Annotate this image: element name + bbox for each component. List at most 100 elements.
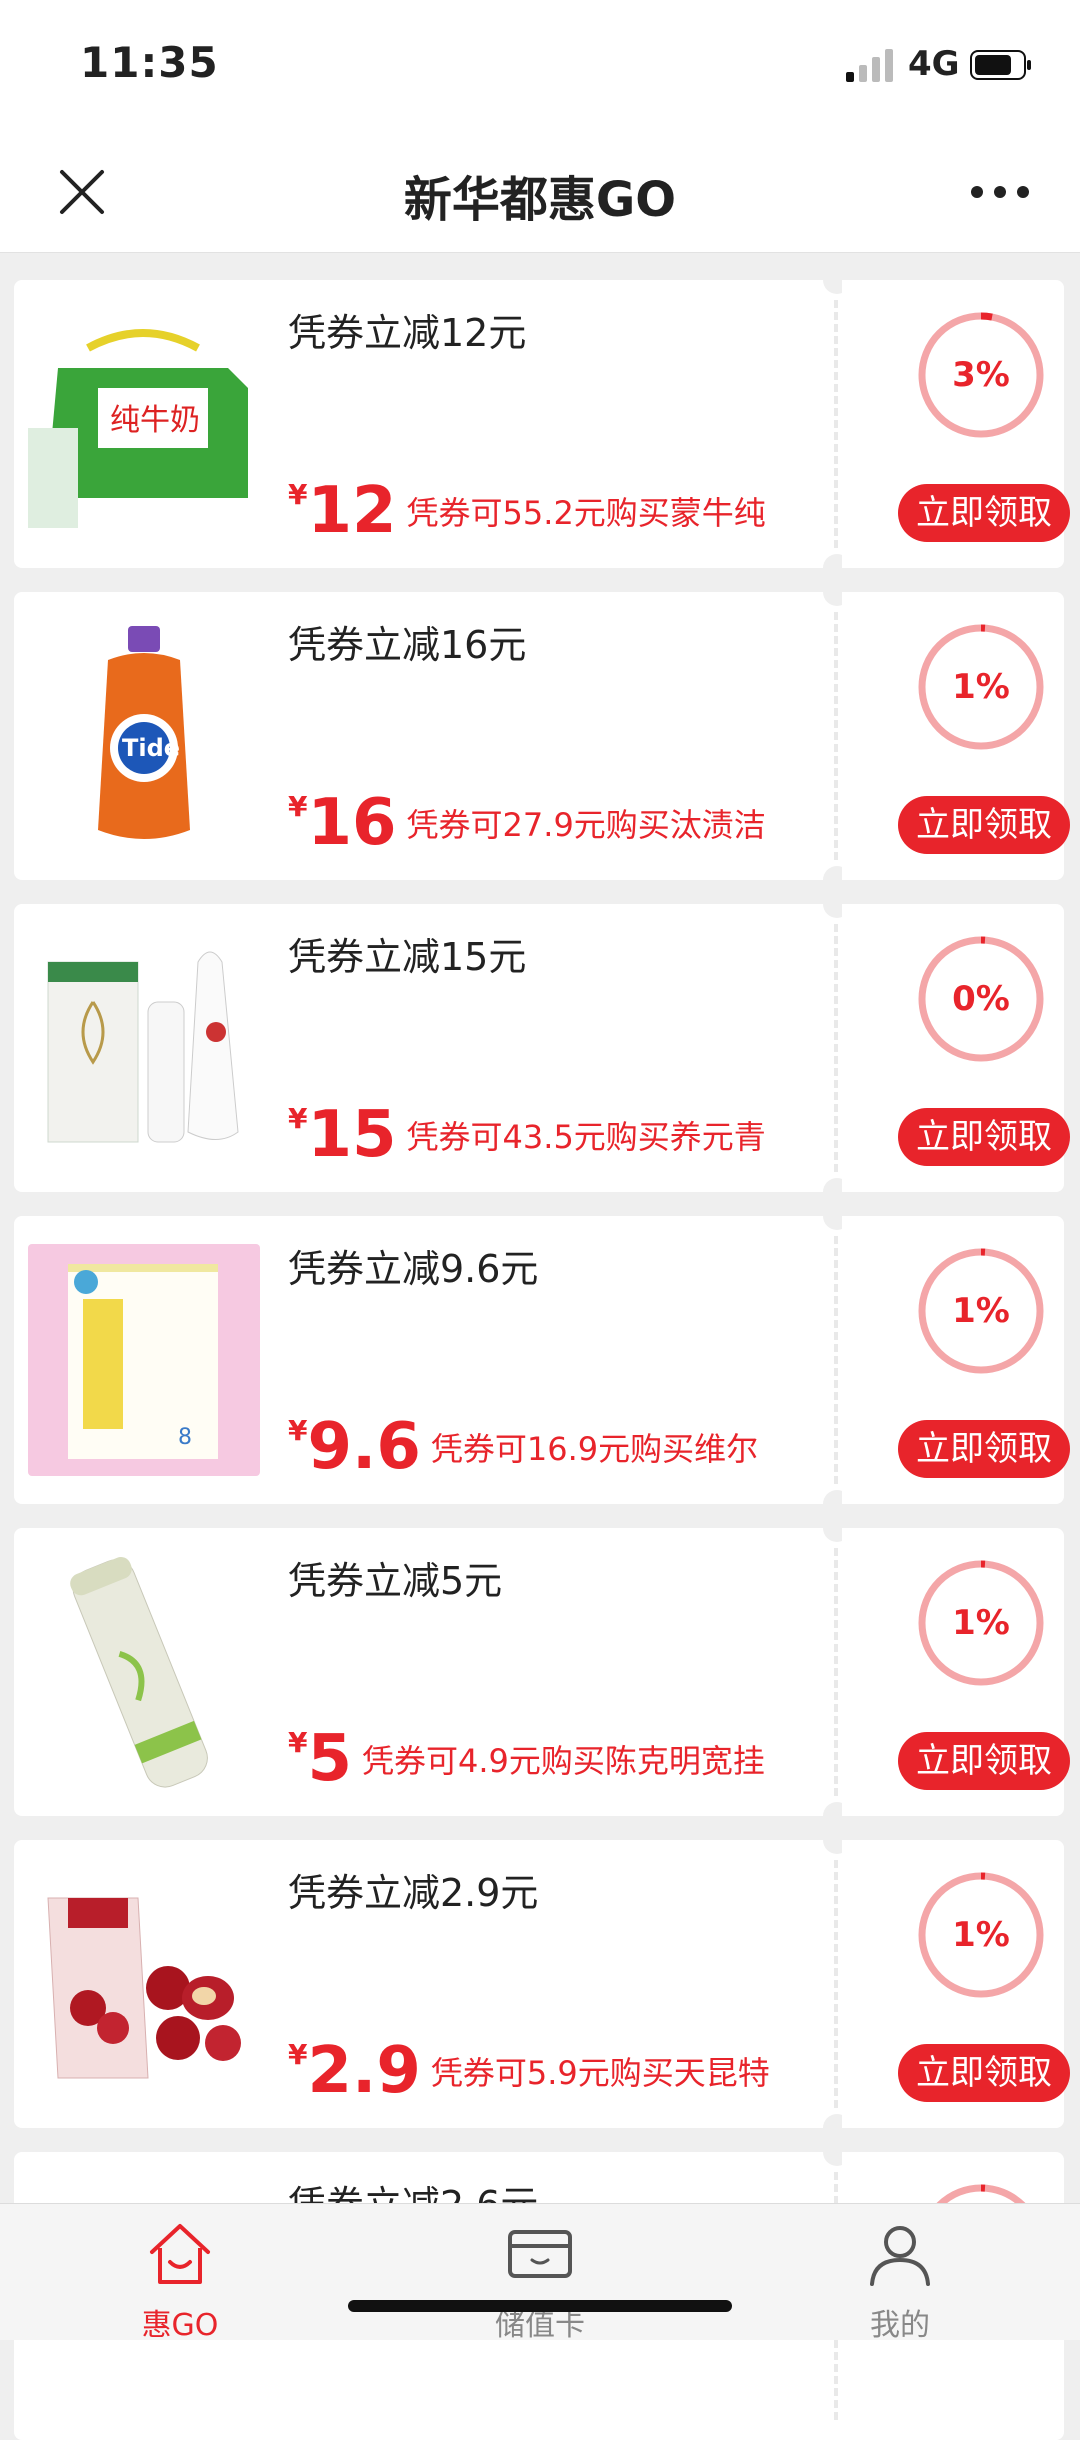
tab-stored-value-card[interactable]: 储值卡 — [460, 2218, 620, 2343]
claim-button[interactable]: 立即领取 — [898, 1732, 1070, 1790]
product-image-hair-care — [28, 932, 260, 1164]
product-image-detergent: Tide — [28, 620, 260, 852]
currency-symbol: ¥ — [288, 790, 308, 823]
coupon-price: ¥12 凭券可55.2元购买蒙牛纯 — [288, 476, 808, 546]
coupon-amount: 16 — [307, 788, 397, 858]
product-image-tissue: 8 — [28, 1244, 260, 1476]
ticket-divider — [832, 592, 842, 880]
claim-percent: 3% — [952, 355, 1010, 395]
page-title: 新华都惠GO — [403, 172, 677, 228]
claim-progress-ring: 1% — [916, 1870, 1046, 2000]
coupon-price: ¥2.9 凭券可5.9元购买天昆特 — [288, 2036, 808, 2106]
coupon-amount: 2.9 — [307, 2036, 421, 2106]
coupon-desc: 凭券可4.9元购买陈克明宽挂 — [362, 1742, 765, 1780]
coupon-desc: 凭券可16.9元购买维尔 — [430, 1430, 759, 1468]
coupon-desc: 凭券可55.2元购买蒙牛纯 — [406, 494, 766, 532]
claim-button[interactable]: 立即领取 — [898, 484, 1070, 542]
close-icon[interactable] — [56, 166, 108, 218]
battery-icon — [970, 50, 1031, 80]
claim-percent: 1% — [952, 1915, 1010, 1955]
claim-progress-ring: 3% — [916, 310, 1046, 440]
nav-bar: 新华都惠GO — [0, 130, 1080, 253]
claim-button[interactable]: 立即领取 — [898, 2044, 1070, 2102]
coupon-action: 3% 立即领取 — [842, 280, 1070, 568]
coupon-price: ¥9.6 凭券可16.9元购买维尔 — [288, 1412, 808, 1482]
coupon-info: 凭券立减5元 ¥5 凭券可4.9元购买陈克明宽挂 — [14, 1528, 832, 1816]
coupon-amount: 5 — [307, 1724, 353, 1794]
coupon-desc: 凭券可43.5元购买养元青 — [406, 1118, 766, 1156]
claim-button[interactable]: 立即领取 — [898, 1108, 1070, 1166]
coupon-card[interactable]: 凭券立减2.9元 ¥2.9 凭券可5.9元购买天昆特 1% 立即领取 — [14, 1826, 1070, 2142]
ticket-divider — [832, 1840, 842, 2128]
coupon-title: 凭券立减5元 — [288, 1559, 503, 1603]
network-type: 4G — [908, 44, 960, 84]
coupon-info: 凭券立减2.9元 ¥2.9 凭券可5.9元购买天昆特 — [14, 1840, 832, 2128]
svg-text:8: 8 — [178, 1425, 192, 1450]
home-icon — [150, 2224, 210, 2284]
signal-icon — [846, 49, 893, 82]
coupon-title: 凭券立减9.6元 — [288, 1247, 539, 1291]
currency-symbol: ¥ — [288, 1726, 308, 1759]
coupon-action: 1% 立即领取 — [842, 1840, 1070, 2128]
coupon-action: 1% 立即领取 — [842, 1216, 1070, 1504]
coupon-title: 凭券立减2.9元 — [288, 1871, 539, 1915]
coupon-title: 凭券立减16元 — [288, 623, 527, 667]
coupon-card[interactable]: 凭券立减5元 ¥5 凭券可4.9元购买陈克明宽挂 1% 立即领取 — [14, 1514, 1070, 1830]
coupon-title: 凭券立减12元 — [288, 311, 527, 355]
ticket-divider — [832, 280, 842, 568]
claim-progress-ring: 1% — [916, 1246, 1046, 1376]
ticket-divider — [832, 1216, 842, 1504]
coupon-card[interactable]: 纯牛奶 凭券立减12元 ¥12 凭券可55.2元购买蒙牛纯 3% 立即领取 — [14, 266, 1070, 582]
product-image-noodle — [28, 1556, 260, 1788]
user-icon — [870, 2226, 930, 2286]
coupon-action: 1% 立即领取 — [842, 1528, 1070, 1816]
coupon-price: ¥16 凭券可27.9元购买汰渍洁 — [288, 788, 808, 858]
coupon-info: 纯牛奶 凭券立减12元 ¥12 凭券可55.2元购买蒙牛纯 — [14, 280, 832, 568]
tab-huigo[interactable]: 惠GO — [100, 2218, 260, 2343]
coupon-price: ¥15 凭券可43.5元购买养元青 — [288, 1100, 808, 1170]
coupon-info: 凭券立减15元 ¥15 凭券可43.5元购买养元青 — [14, 904, 832, 1192]
product-image-red-dates — [28, 1868, 260, 2100]
coupon-info: 8 凭券立减9.6元 ¥9.6 凭券可16.9元购买维尔 — [14, 1216, 832, 1504]
claim-percent: 1% — [952, 667, 1010, 707]
ticket-divider — [832, 1528, 842, 1816]
coupon-action: 1% 立即领取 — [842, 592, 1070, 880]
tab-label: 我的 — [870, 2308, 930, 2343]
currency-symbol: ¥ — [288, 1414, 308, 1447]
more-icon[interactable] — [970, 185, 1030, 199]
svg-text:Tide: Tide — [122, 734, 180, 762]
coupon-amount: 12 — [307, 476, 397, 546]
claim-progress-ring: 0% — [916, 934, 1046, 1064]
tab-label: 惠GO — [141, 2308, 219, 2343]
coupon-title: 凭券立减15元 — [288, 935, 527, 979]
bottom-tab-bar: 惠GO 储值卡 我的 — [0, 2203, 1080, 2343]
coupon-amount: 9.6 — [307, 1412, 421, 1482]
home-indicator — [348, 2300, 732, 2312]
coupon-desc: 凭券可5.9元购买天昆特 — [430, 2054, 770, 2092]
claim-percent: 0% — [952, 979, 1010, 1019]
claim-percent: 1% — [952, 1603, 1010, 1643]
coupon-card[interactable]: 8 凭券立减9.6元 ¥9.6 凭券可16.9元购买维尔 1% 立即领取 — [14, 1202, 1070, 1518]
claim-button[interactable]: 立即领取 — [898, 1420, 1070, 1478]
product-image-milk: 纯牛奶 — [28, 308, 260, 540]
status-time: 11:35 — [80, 38, 219, 87]
claim-percent: 1% — [952, 1291, 1010, 1331]
currency-symbol: ¥ — [288, 1102, 308, 1135]
claim-progress-ring: 1% — [916, 622, 1046, 752]
coupon-desc: 凭券可27.9元购买汰渍洁 — [406, 806, 766, 844]
coupon-amount: 15 — [307, 1100, 397, 1170]
currency-symbol: ¥ — [288, 478, 308, 511]
currency-symbol: ¥ — [288, 2038, 308, 2071]
coupon-card[interactable]: 凭券立减15元 ¥15 凭券可43.5元购买养元青 0% 立即领取 — [14, 890, 1070, 1206]
status-bar: 11:35 4G — [0, 0, 1080, 130]
tab-mine[interactable]: 我的 — [820, 2218, 980, 2343]
coupon-price: ¥5 凭券可4.9元购买陈克明宽挂 — [288, 1724, 808, 1794]
svg-text:纯牛奶: 纯牛奶 — [110, 403, 200, 438]
coupon-card[interactable]: Tide 凭券立减16元 ¥16 凭券可27.9元购买汰渍洁 1% 立即领取 — [14, 578, 1070, 894]
claim-progress-ring: 1% — [916, 1558, 1046, 1688]
ticket-divider — [832, 904, 842, 1192]
coupon-action: 0% 立即领取 — [842, 904, 1070, 1192]
coupon-info: Tide 凭券立减16元 ¥16 凭券可27.9元购买汰渍洁 — [14, 592, 832, 880]
claim-button[interactable]: 立即领取 — [898, 796, 1070, 854]
card-icon — [508, 2230, 572, 2278]
